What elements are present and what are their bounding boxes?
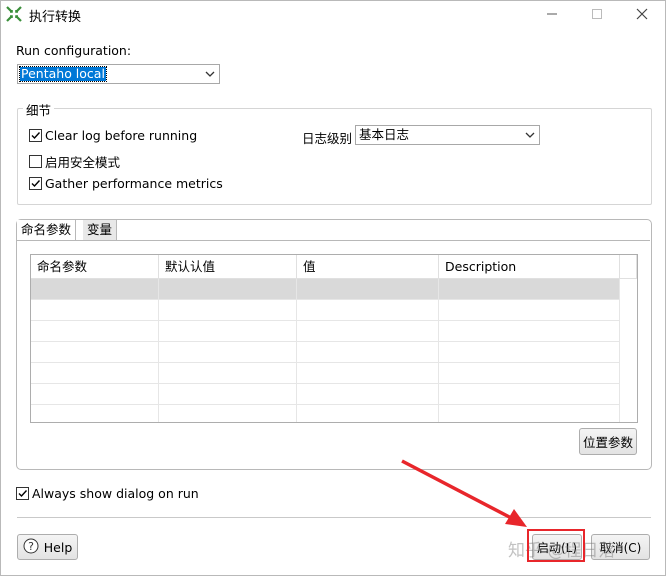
annotation-arrow [401, 459, 527, 527]
annotation-highlight-box [527, 529, 585, 562]
